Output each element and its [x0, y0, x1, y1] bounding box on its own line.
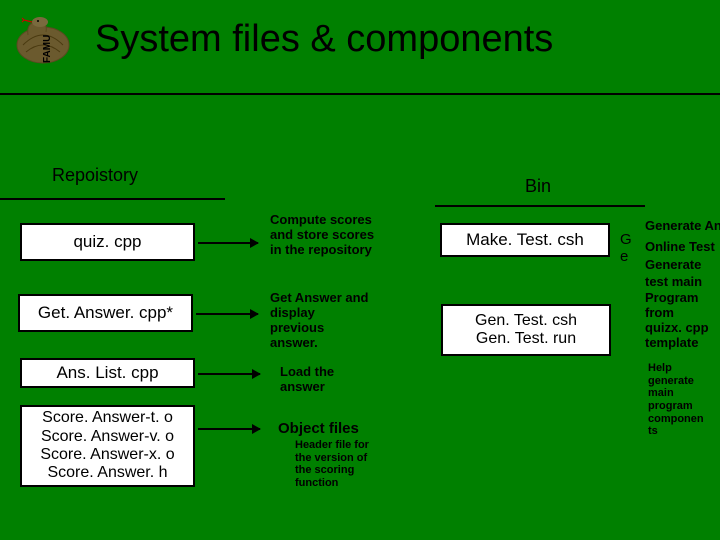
desc-testmain: test main [645, 275, 720, 290]
famu-snake-logo: FAMU [8, 10, 78, 70]
desc-getanswer: Get Answer and display previous answer. [270, 291, 370, 351]
desc-program-template: Program from quizx. cpp template [645, 291, 713, 351]
box-line: Gen. Test. run [476, 330, 576, 348]
box-gentest: Gen. Test. csh Gen. Test. run [441, 304, 611, 356]
box-label: quiz. cpp [73, 232, 141, 252]
desc-generate-an: Generate An [645, 219, 720, 234]
box-quiz-cpp: quiz. cpp [20, 223, 195, 261]
section-repository-rule [0, 198, 225, 200]
page-title: System files & components [95, 18, 553, 61]
box-line: Score. Answer-v. o [41, 428, 174, 446]
arrow-getanswer [196, 313, 258, 315]
box-line: Score. Answer. h [47, 464, 167, 482]
box-anslist-cpp: Ans. List. cpp [20, 358, 195, 388]
box-label: Ans. List. cpp [56, 363, 158, 383]
arrow-anslist [198, 373, 260, 375]
section-repository-label: Repoistory [52, 165, 138, 186]
box-line: Score. Answer-x. o [40, 446, 174, 464]
title-underline [0, 93, 720, 95]
desc-online-test: Online Test [645, 240, 720, 255]
box-getanswer-cpp: Get. Answer. cpp* [18, 294, 193, 332]
box-label: Make. Test. csh [466, 230, 584, 250]
desc-objectfiles: Object files [278, 420, 359, 437]
box-maketest: Make. Test. csh [440, 223, 610, 257]
desc-generate: Generate [645, 258, 720, 273]
box-line: Score. Answer-t. o [42, 409, 173, 427]
arrow-scoreanswer [198, 428, 260, 430]
ge-fragment: G e [620, 232, 640, 265]
desc-anslist: Load the answer [280, 365, 360, 395]
desc-help-generate: Help generate main program componen ts [648, 362, 710, 438]
box-line: Gen. Test. csh [475, 312, 577, 330]
section-bin-rule [435, 205, 645, 207]
box-scoreanswer-files: Score. Answer-t. o Score. Answer-v. o Sc… [20, 405, 195, 487]
svg-text:FAMU: FAMU [42, 35, 53, 63]
section-bin-label: Bin [525, 176, 551, 197]
desc-quiz: Compute scores and store scores in the r… [270, 213, 385, 258]
ge-line: G [620, 232, 640, 249]
ge-line: e [620, 249, 640, 266]
arrow-quiz [198, 242, 258, 244]
box-label: Get. Answer. cpp* [38, 303, 173, 323]
desc-headerfile: Header file for the version of the scori… [295, 439, 370, 490]
